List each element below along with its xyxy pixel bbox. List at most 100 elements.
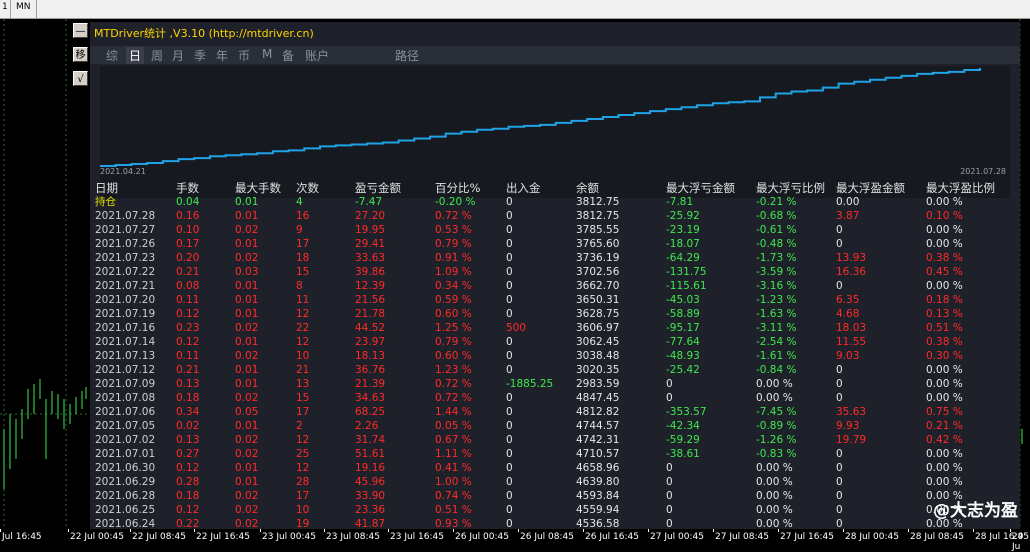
time-axis-tick [68,529,69,532]
table-cell: 23.36 [355,504,386,516]
table-cell: 13.93 [836,252,867,264]
table-cell: 3785.55 [576,224,620,236]
table-cell: 18.03 [836,322,867,334]
table-cell: 0.11 [176,294,200,306]
table-row: 2021.07.08 0.18 0.02 15 34.63 0.72 % 0 4847.45 0… [95,391,995,405]
tab-monthly[interactable]: 月 [172,47,184,64]
daily-stats-table: 日期 手数 最大手数 次数 盈亏金额 百分比% 出入金 余额 最大浮亏金额 最大浮亏比例 最大浮盈金… [95,180,995,531]
table-cell: 4593.84 [576,490,620,502]
table-cell: 2021.06.29 [95,476,156,488]
table-cell: -1.23 % [756,294,797,306]
table-cell: -23.19 [666,224,700,236]
table-cell: 0.12 [176,336,200,348]
table-cell: 0.08 [176,280,200,292]
tab-notes[interactable]: 备 [282,47,294,64]
table-cell: 0.01 [235,280,259,292]
table-cell: 0.18 [176,490,200,502]
table-cell: 3062.45 [576,336,620,348]
table-cell: -353.57 [666,406,707,418]
column-header: 盈亏金额 [355,180,401,195]
table-cell: 0.27 [176,448,200,460]
time-axis-label: 22 Jul 00:45 [70,532,124,542]
table-cell: -1885.25 [506,378,554,390]
table-cell: 9.93 [836,420,860,432]
table-cell: 0.00 % [926,476,963,488]
table-cell: 0.67 % [435,434,472,446]
time-axis-label: 29 Ju [1012,532,1024,552]
table-cell: 0.01 [235,364,259,376]
table-cell: 0.51 % [435,504,472,516]
confirm-button[interactable]: √ [73,71,88,86]
table-cell: 3628.75 [576,308,620,320]
table-cell: 4744.57 [576,420,620,432]
table-cell: 36.76 [355,364,386,376]
table-cell: 0.02 [235,224,259,236]
table-cell: 33.63 [355,252,386,264]
table-cell: 2021.07.23 [95,252,156,264]
table-cell: 0.05 [235,406,259,418]
table-cell: 29.41 [355,238,386,250]
time-axis-label: 28 Jul 00:45 [845,532,899,542]
table-cell: 0.00 % [926,448,963,460]
table-cell: 6.35 [836,294,860,306]
table-cell: 0.00 % [756,462,793,474]
column-header: 日期 [95,180,118,195]
minimize-panel-button[interactable]: — [73,23,88,38]
time-axis-tick [388,529,389,532]
table-row: 2021.07.01 0.27 0.02 25 51.61 1.11 % 0 4710.57 -… [95,447,995,461]
table-cell: 2021.07.21 [95,280,156,292]
time-axis-label: 23 Jul 00:45 [262,532,316,542]
table-cell: 0.00 % [756,392,793,404]
table-cell: 19.95 [355,224,386,236]
table-cell: 0.20 [176,252,200,264]
table-cell: 3020.35 [576,364,620,376]
tab-currency[interactable]: 币 [238,47,250,64]
table-cell: 10 [296,350,310,362]
table-cell: -45.03 [666,294,700,306]
table-row: 2021.07.16 0.23 0.02 22 44.52 1.25 % 500 3606.9… [95,321,995,335]
tab-magic[interactable]: M [262,47,272,61]
table-cell: 17 [296,238,310,250]
toolbar-item[interactable]: MN [16,2,31,12]
time-axis-tick [843,529,844,532]
table-cell: 3650.31 [576,294,620,306]
table-cell: 0 [506,280,513,292]
table-cell: 0.00 % [926,378,963,390]
table-cell: 18 [296,252,310,264]
table-row: 2021.07.22 0.21 0.03 15 39.86 1.09 % 0 3702.56 -… [95,265,995,279]
time-axis-tick [518,529,519,532]
move-panel-button[interactable]: 移 [73,47,88,62]
column-header: 百分比% [435,180,481,195]
tab-daily[interactable]: 日 [126,47,145,64]
table-cell: 0.41 % [435,462,472,474]
table-cell: 0 [836,238,843,250]
tab-account[interactable]: 账户 [305,47,329,64]
table-cell: -38.61 [666,448,700,460]
tab-weekly[interactable]: 周 [151,47,163,64]
table-cell: 11 [296,294,310,306]
table-cell: 0.38 % [926,252,963,264]
table-cell: 0.00 % [756,504,793,516]
table-header-row: 日期 手数 最大手数 次数 盈亏金额 百分比% 出入金 余额 最大浮亏金额 最大浮亏比例 最大浮盈金… [95,180,995,195]
table-row: 2021.07.05 0.02 0.01 2 2.26 0.05 % 0 4744.57 -42… [95,419,995,433]
table-cell: 12 [296,336,310,348]
tab-path[interactable]: 路径 [395,47,419,64]
toolbar-item[interactable]: 1 [2,2,8,12]
table-cell: 3702.56 [576,266,620,278]
tab-quarterly[interactable]: 季 [194,47,206,64]
table-cell: 0.02 [235,392,259,404]
time-axis-label: 26 Jul 00:45 [455,532,509,542]
table-cell: 0.00 % [926,224,963,236]
table-row: 2021.07.23 0.20 0.02 18 33.63 0.91 % 0 3736.19 -… [95,251,995,265]
table-cell: 0.04 [176,196,200,208]
table-cell: 1.23 % [435,364,472,376]
table-cell: 11.55 [836,336,867,348]
tab-overview[interactable]: 综 [106,47,118,64]
table-cell: 2021.07.08 [95,392,156,404]
table-cell: 19.16 [355,462,386,474]
table-cell: 0.01 [235,294,259,306]
table-cell: -3.16 % [756,280,797,292]
tab-yearly[interactable]: 年 [216,47,228,64]
table-cell: 0 [836,476,843,488]
time-axis-tick [453,529,454,532]
